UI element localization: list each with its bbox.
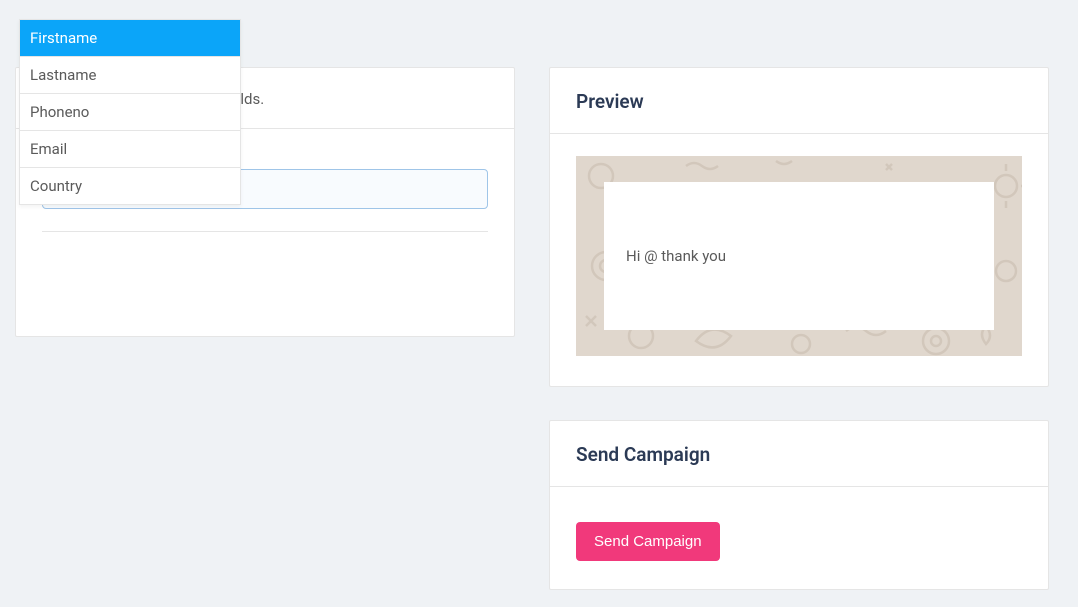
preview-message-text: Hi @ thank you: [626, 247, 726, 265]
merge-fields-dropdown: FirstnameLastnamePhonenoEmailCountry: [19, 19, 241, 205]
send-campaign-body: Send Campaign: [550, 487, 1048, 596]
send-campaign-title: Send Campaign: [550, 421, 1048, 487]
divider: [42, 231, 488, 232]
dropdown-item-lastname[interactable]: Lastname: [20, 57, 240, 94]
preview-title: Preview: [550, 68, 1048, 134]
dropdown-item-firstname[interactable]: Firstname: [20, 20, 240, 57]
preview-message-box: Hi @ thank you: [604, 182, 994, 330]
dropdown-item-email[interactable]: Email: [20, 131, 240, 168]
dropdown-item-phoneno[interactable]: Phoneno: [20, 94, 240, 131]
dropdown-item-country[interactable]: Country: [20, 168, 240, 204]
preview-background: Hi @ thank you: [576, 156, 1022, 356]
preview-body: Hi @ thank you: [550, 134, 1048, 382]
send-campaign-button[interactable]: Send Campaign: [576, 522, 720, 561]
send-campaign-card: Send Campaign Send Campaign: [549, 420, 1049, 590]
preview-card: Preview: [549, 67, 1049, 387]
